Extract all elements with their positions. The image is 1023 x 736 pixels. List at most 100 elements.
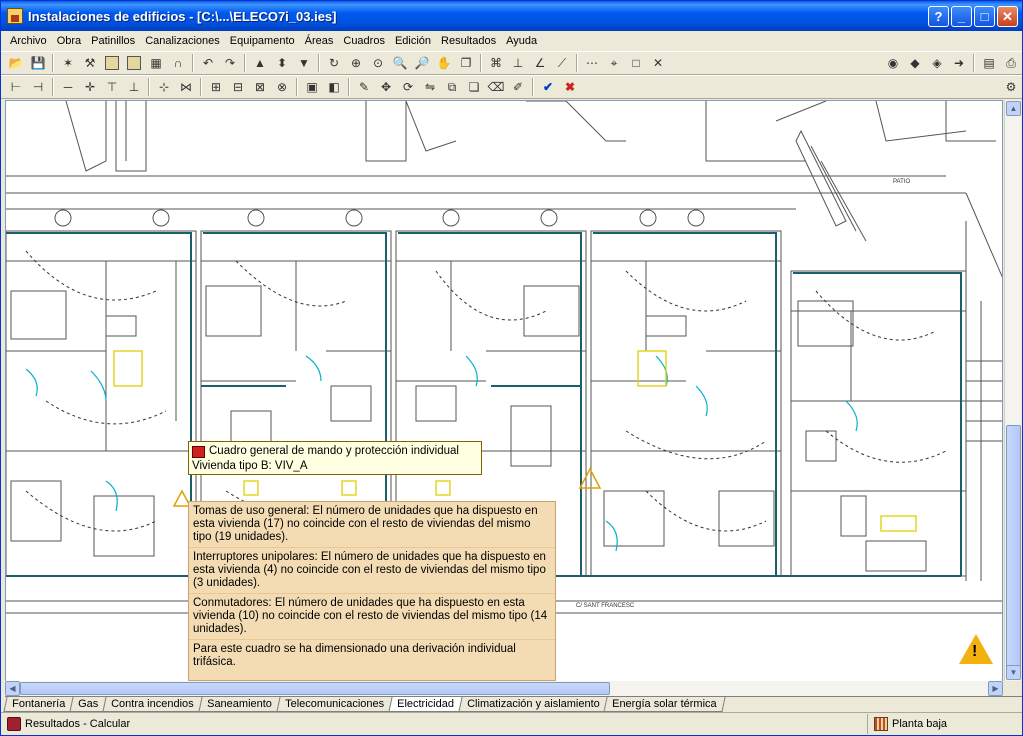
vertical-scroll-thumb[interactable] <box>1006 425 1021 670</box>
move-vertex-icon[interactable]: ✛ <box>80 77 100 97</box>
menu-patinillos[interactable]: Patinillos <box>86 35 140 47</box>
zoom-extents-icon[interactable]: ⊙ <box>368 53 388 73</box>
square-icon[interactable]: □ <box>626 53 646 73</box>
wand-icon[interactable]: ✶ <box>58 53 78 73</box>
grid-icon[interactable]: ▦ <box>146 53 166 73</box>
views-icon[interactable]: ❐ <box>456 53 476 73</box>
undo-icon[interactable]: ↶ <box>198 53 218 73</box>
move-icon[interactable]: ✥ <box>376 77 396 97</box>
redraw-icon[interactable]: ↻ <box>324 53 344 73</box>
toolbar-separator <box>296 78 298 96</box>
save-icon[interactable]: 💾 <box>28 53 48 73</box>
print-icon[interactable]: ⎙ <box>1001 53 1021 73</box>
branch-icon[interactable]: ⊢ <box>6 77 26 97</box>
join-icon[interactable]: ⋈ <box>176 77 196 97</box>
copy-to-icon[interactable]: ❏ <box>464 77 484 97</box>
menu-cuadros[interactable]: Cuadros <box>338 35 390 47</box>
measure-icon[interactable]: ⊥ <box>508 53 528 73</box>
title-bar[interactable]: Instalaciones de edificios - [C:\...\ELE… <box>1 1 1022 31</box>
binoculars-icon[interactable]: ⌘ <box>486 53 506 73</box>
copy-icon[interactable]: ⧉ <box>442 77 462 97</box>
pan-hand-icon[interactable]: ✋ <box>434 53 454 73</box>
menu-canalizaciones[interactable]: Canalizaciones <box>140 35 225 47</box>
menu-edicion[interactable]: Edición <box>390 35 436 47</box>
tab-saneamiento[interactable]: Saneamiento <box>198 697 281 712</box>
scroll-left-icon[interactable]: ◀ <box>5 681 20 696</box>
snap-grid-icon[interactable]: ⋯ <box>582 53 602 73</box>
menu-equipamento[interactable]: Equipamento <box>225 35 300 47</box>
redo-icon[interactable]: ↷ <box>220 53 240 73</box>
split-icon[interactable]: ⊹ <box>154 77 174 97</box>
status-text: Resultados - Calcular <box>25 718 131 730</box>
view3d-icon[interactable]: ◈ <box>927 53 947 73</box>
menu-resultados[interactable]: Resultados <box>436 35 501 47</box>
toolbar-separator <box>148 78 150 96</box>
mirror-icon[interactable]: ⇋ <box>420 77 440 97</box>
floor-select-icon[interactable]: ⬍ <box>272 53 292 73</box>
zoom-window-icon[interactable]: ⊕ <box>346 53 366 73</box>
toolbar-separator <box>52 78 54 96</box>
tab-energia-solar[interactable]: Energía solar térmica <box>603 697 726 712</box>
menu-obra[interactable]: Obra <box>52 35 86 47</box>
warning-message: Conmutadores: El número de unidades que … <box>189 594 555 640</box>
add-element-icon[interactable]: ⊞ <box>206 77 226 97</box>
floor-up-icon[interactable]: ▲ <box>250 53 270 73</box>
delete-element-icon[interactable]: ⊗ <box>272 77 292 97</box>
box-edit-icon[interactable]: ◧ <box>324 77 344 97</box>
horizontal-scroll-thumb[interactable] <box>20 682 610 695</box>
tab-electricidad[interactable]: Electricidad <box>388 697 463 712</box>
floor-down-icon[interactable]: ▼ <box>294 53 314 73</box>
scroll-right-icon[interactable]: ▶ <box>988 681 1003 696</box>
eraser-icon[interactable]: ⌫ <box>486 77 506 97</box>
floor-name[interactable]: Planta baja <box>892 718 947 730</box>
wrench-icon[interactable]: ✕ <box>648 53 668 73</box>
tools-icon[interactable]: ⚒ <box>80 53 100 73</box>
edit-check-icon[interactable]: ✐ <box>508 77 528 97</box>
accept-icon[interactable]: ✔ <box>538 77 558 97</box>
angle-icon[interactable]: ∠ <box>530 53 550 73</box>
layers-icon[interactable]: ◆ <box>905 53 925 73</box>
slope-icon[interactable]: ⟋ <box>552 53 572 73</box>
scroll-down-icon[interactable]: ▼ <box>1006 665 1021 680</box>
tab-fontaneria[interactable]: Fontanería <box>3 697 74 712</box>
maximize-button[interactable]: □ <box>974 6 995 27</box>
menu-ayuda[interactable]: Ayuda <box>501 35 542 47</box>
minimize-button[interactable]: _ <box>951 6 972 27</box>
panel-tooltip: Cuadro general de mando y protección ind… <box>188 441 482 475</box>
zoom-out-icon[interactable]: 🔎 <box>412 53 432 73</box>
box-icon[interactable]: ▣ <box>302 77 322 97</box>
window-layout-icon[interactable]: ▤ <box>979 53 999 73</box>
export-icon[interactable]: ➜ <box>949 53 969 73</box>
dxf-icon[interactable] <box>124 53 144 73</box>
tab-telecomunicaciones[interactable]: Telecomunicaciones <box>276 697 393 712</box>
edit-toolbar: ⊢ ⊣ ─ ✛ ⊤ ⊥ ⊹ ⋈ ⊞ ⊟ ⊠ ⊗ ▣ ◧ ✎ ✥ ⟳ ⇋ ⧉ ❏ … <box>1 75 1022 99</box>
snap-icon[interactable]: ⌖ <box>604 53 624 73</box>
rotate-icon[interactable]: ⟳ <box>398 77 418 97</box>
zoom-in-icon[interactable]: 🔍 <box>390 53 410 73</box>
add-mech-icon[interactable]: ⊟ <box>228 77 248 97</box>
align-h-icon[interactable]: ⊥ <box>124 77 144 97</box>
help-button[interactable]: ? <box>928 6 949 27</box>
toolbar-separator <box>348 78 350 96</box>
pencil-icon[interactable]: ✎ <box>354 77 374 97</box>
open-icon[interactable]: 📂 <box>6 53 26 73</box>
close-button[interactable]: ✕ <box>997 6 1018 27</box>
branch-multi-icon[interactable]: ⊣ <box>28 77 48 97</box>
dimensioning-icon[interactable]: ⚙ <box>1001 77 1021 97</box>
tab-climatizacion[interactable]: Climatización y aislamiento <box>458 697 608 712</box>
vertical-scrollbar[interactable]: ▲ ▼ <box>1004 100 1021 681</box>
horizontal-scrollbar[interactable]: ◀ ▶ <box>5 681 1003 696</box>
scroll-up-icon[interactable]: ▲ <box>1006 101 1021 116</box>
report-icon[interactable] <box>102 53 122 73</box>
cancel-icon[interactable]: ✖ <box>560 77 580 97</box>
menu-archivo[interactable]: Archivo <box>5 35 52 47</box>
add-multi-icon[interactable]: ⊠ <box>250 77 270 97</box>
menu-areas[interactable]: Áreas <box>300 35 339 47</box>
tab-gas[interactable]: Gas <box>69 697 107 712</box>
tab-contra-incendios[interactable]: Contra incendios <box>102 697 203 712</box>
globe-icon[interactable]: ◉ <box>883 53 903 73</box>
module-tabs: Fontanería Gas Contra incendios Saneamie… <box>3 696 1022 712</box>
line-icon[interactable]: ─ <box>58 77 78 97</box>
align-v-icon[interactable]: ⊤ <box>102 77 122 97</box>
magnet-icon[interactable]: ∩ <box>168 53 188 73</box>
